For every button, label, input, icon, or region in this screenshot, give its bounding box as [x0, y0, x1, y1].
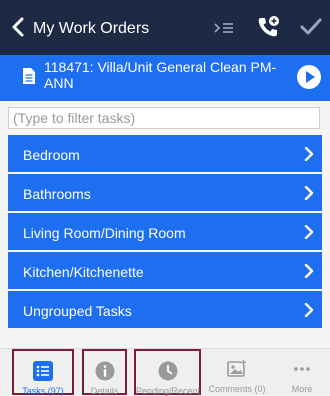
back-chevron-icon[interactable]	[10, 17, 26, 37]
tab-label: More	[291, 384, 313, 394]
chevron-right-icon	[304, 264, 314, 278]
app-header: My Work Orders	[0, 0, 330, 55]
task-group-ungrouped[interactable]: Ungrouped Tasks	[8, 291, 322, 328]
chevron-right-icon	[304, 186, 314, 200]
tab-label: Pending/Recent	[136, 386, 201, 396]
task-group-label: Bedroom	[23, 147, 80, 163]
tab-tasks[interactable]: Tasks (97)	[12, 349, 74, 396]
check-icon[interactable]	[300, 17, 322, 37]
tab-details[interactable]: Details	[82, 349, 127, 396]
info-icon	[95, 361, 114, 381]
tab-label: Comments (0)	[208, 384, 266, 394]
task-group-label: Kitchen/Kitchenette	[23, 264, 144, 280]
task-group-bathrooms[interactable]: Bathrooms	[8, 174, 322, 211]
task-group-label: Living Room/Dining Room	[23, 225, 186, 241]
tab-label: Tasks (97)	[22, 386, 64, 396]
tab-more[interactable]: More	[278, 349, 326, 395]
more-dots-icon	[294, 367, 310, 371]
work-order-bar[interactable]: 118471: Villa/Unit General Clean PM-ANN	[0, 55, 330, 101]
work-order-title: 118471: Villa/Unit General Clean PM-ANN	[44, 59, 277, 91]
indent-list-icon[interactable]	[213, 18, 235, 38]
bottom-tab-bar: Tasks (97) Details Pending/Recent Commen…	[0, 348, 330, 396]
phone-plus-icon[interactable]	[256, 15, 280, 39]
document-icon	[23, 68, 35, 84]
tab-label: Details	[90, 386, 119, 396]
tab-pending-recent[interactable]: Pending/Recent	[134, 349, 201, 396]
page-title: My Work Orders	[33, 20, 150, 37]
task-group-bedroom[interactable]: Bedroom	[8, 135, 322, 172]
chevron-right-icon	[304, 225, 314, 239]
image-comment-icon	[227, 360, 246, 377]
chevron-right-icon	[304, 147, 314, 161]
task-group-list: Bedroom Bathrooms Living Room/Dining Roo…	[8, 135, 322, 330]
task-group-label: Bathrooms	[23, 186, 91, 202]
chevron-right-icon	[304, 303, 314, 317]
task-group-living-dining[interactable]: Living Room/Dining Room	[8, 213, 322, 250]
task-group-kitchen[interactable]: Kitchen/Kitchenette	[8, 252, 322, 289]
list-icon	[33, 361, 53, 381]
task-group-label: Ungrouped Tasks	[23, 303, 132, 319]
filter-bar	[0, 101, 330, 135]
filter-tasks-input[interactable]	[8, 107, 320, 129]
tab-comments[interactable]: Comments (0)	[204, 349, 270, 395]
clock-icon	[158, 361, 177, 381]
play-icon[interactable]	[296, 64, 322, 90]
